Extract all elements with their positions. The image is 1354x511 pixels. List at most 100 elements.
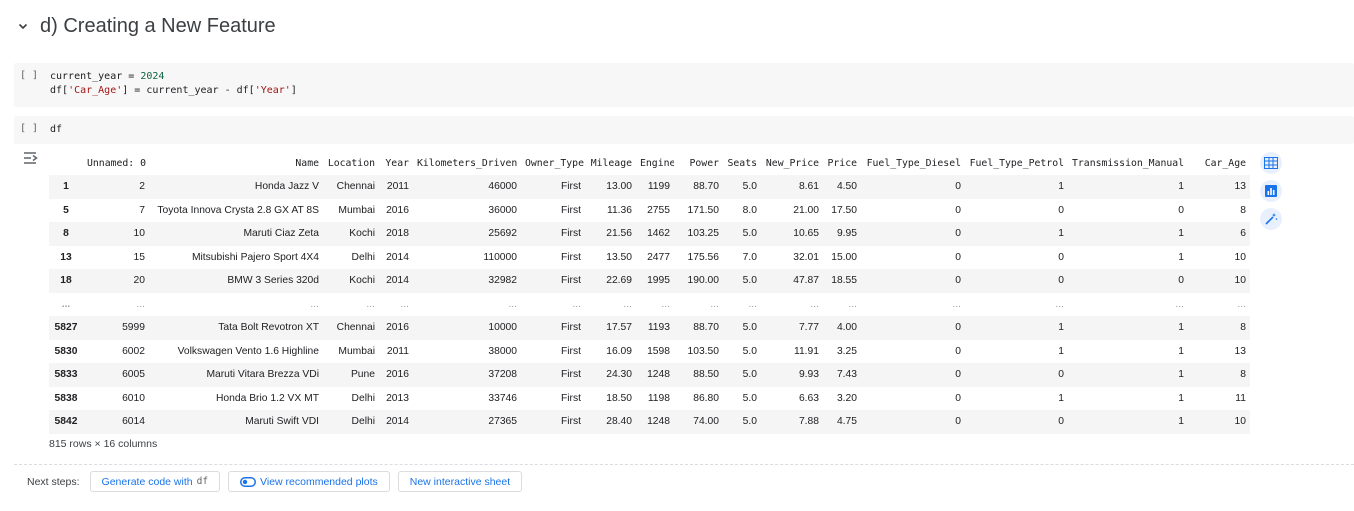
run-cell-button[interactable]: [ ]	[20, 70, 38, 81]
table-cell: 2016	[379, 363, 413, 387]
next-steps-label: Next steps:	[27, 475, 80, 488]
code-editor[interactable]: current_year = 2024 df['Car_Age'] = curr…	[50, 70, 297, 98]
table-cell: Tata Bolt Revotron XT	[149, 316, 323, 340]
column-header: Fuel_Type_Petrol	[969, 157, 1064, 169]
table-cell: 4.00	[823, 316, 861, 340]
code-editor[interactable]: df	[50, 123, 62, 137]
table-cell: 2016	[386, 204, 409, 216]
table-cell: 1	[965, 175, 1068, 199]
code-cell[interactable]: [ ] current_year = 2024 df['Car_Age'] = …	[14, 63, 1354, 107]
table-cell: 7.0	[742, 251, 757, 263]
table-cell: 5.0	[723, 269, 761, 293]
table-cell: First	[521, 175, 585, 199]
table-cell: 10	[83, 222, 149, 246]
view-plots-label: View recommended plots	[260, 475, 378, 488]
row-index: 5842	[49, 410, 83, 434]
table-cell: ...	[661, 298, 670, 310]
table-cell: 7	[139, 204, 145, 216]
row-index: 5830	[54, 345, 78, 357]
table-cell: 88.70	[674, 175, 723, 199]
table-cell: 1995	[636, 269, 674, 293]
table-cell: 4.75	[823, 410, 861, 434]
table-cell: 6	[1188, 222, 1250, 246]
bar-chart-icon[interactable]	[1260, 180, 1282, 202]
column-header: Mileage	[590, 157, 632, 169]
table-cell: 33746	[488, 392, 517, 404]
table-cell: 2477	[647, 251, 670, 263]
table-cell: 5.0	[723, 175, 761, 199]
table-cell: BMW 3 Series 320d	[149, 269, 323, 293]
table-cell: 10	[1188, 269, 1250, 293]
table-row: 5 7 Toyota Innova Crysta 2.8 GX AT 8S Mumba…	[49, 199, 1250, 223]
table-cell: 7.43	[823, 363, 861, 387]
table-cell: 20	[83, 269, 149, 293]
table-cell: Delhi	[351, 392, 375, 404]
table-cell: 0	[861, 316, 965, 340]
table-cell: 2	[83, 175, 149, 199]
table-cell: First	[560, 204, 581, 216]
table-cell: ...	[710, 298, 719, 310]
table-cell: 1598	[647, 345, 670, 357]
table-cell: 8.0	[742, 204, 757, 216]
table-cell: 88.70	[674, 316, 723, 340]
table-cell: 1	[1058, 392, 1064, 404]
new-interactive-sheet-button[interactable]: New interactive sheet	[397, 471, 523, 492]
code-token: current_year	[50, 71, 123, 82]
output-menu-icon[interactable]	[22, 150, 40, 166]
table-cell: 0	[965, 269, 1068, 293]
table-cell: 0	[861, 410, 965, 434]
row-index: 5838	[54, 392, 78, 404]
table-cell: 2013	[386, 392, 409, 404]
table-cell: Honda Brio 1.2 VX MT	[215, 392, 319, 404]
table-cell: 46000	[413, 175, 521, 199]
table-cell: ...	[366, 298, 375, 310]
table-cell: First	[521, 410, 585, 434]
table-cell: 4.50	[823, 175, 861, 199]
table-icon[interactable]	[1260, 152, 1282, 174]
table-cell: 15.00	[831, 251, 857, 263]
code-string: 'Car_Age'	[68, 85, 123, 96]
table-cell: ...	[810, 298, 819, 310]
table-cell: 0	[861, 222, 965, 246]
table-cell: 2014	[379, 410, 413, 434]
table-cell: 2014	[379, 269, 413, 293]
magic-wand-icon[interactable]	[1260, 208, 1282, 230]
table-cell: 2011	[386, 345, 409, 357]
table-cell: 1	[1068, 222, 1188, 246]
table-cell: 1	[1068, 363, 1188, 387]
table-cell: 10	[1234, 251, 1246, 263]
table-cell: 13.50	[606, 251, 632, 263]
table-cell: Delhi	[323, 410, 379, 434]
table-cell: ...	[1055, 298, 1064, 310]
table-cell: 1	[1178, 251, 1184, 263]
table-cell: 11.36	[606, 204, 632, 216]
table-cell: 15	[133, 251, 145, 263]
code-cell[interactable]: [ ] df	[14, 116, 1354, 144]
run-cell-button[interactable]: [ ]	[20, 123, 38, 134]
column-header: Power	[689, 157, 720, 169]
table-cell: ...	[136, 298, 145, 310]
table-cell: 0	[955, 392, 961, 404]
table-cell: 0	[955, 345, 961, 357]
table-cell: 103.50	[687, 345, 720, 357]
table-cell: First	[521, 222, 585, 246]
table-cell: 5.0	[723, 222, 761, 246]
table-cell: Maruti Vitara Brezza VDi	[149, 363, 323, 387]
table-cell: 28.40	[585, 410, 636, 434]
table-cell: 190.00	[674, 269, 723, 293]
column-header: Seats	[727, 157, 758, 169]
generate-code-button[interactable]: Generate code with df	[89, 471, 221, 492]
table-cell: ...	[848, 298, 857, 310]
table-cell: 1462	[636, 222, 674, 246]
view-recommended-plots-button[interactable]: View recommended plots	[228, 471, 390, 492]
table-cell: ...	[508, 298, 517, 310]
chevron-down-icon[interactable]	[14, 17, 32, 35]
new-sheet-label: New interactive sheet	[409, 475, 511, 488]
dataframe-actions	[1260, 152, 1282, 230]
table-cell: Maruti Ciaz Zeta	[149, 222, 323, 246]
generate-code-var: df	[196, 476, 209, 487]
table-cell: 38000	[488, 345, 517, 357]
table-cell: Pune	[323, 363, 379, 387]
table-cell: 1	[965, 316, 1068, 340]
table-cell: 1	[1178, 345, 1184, 357]
